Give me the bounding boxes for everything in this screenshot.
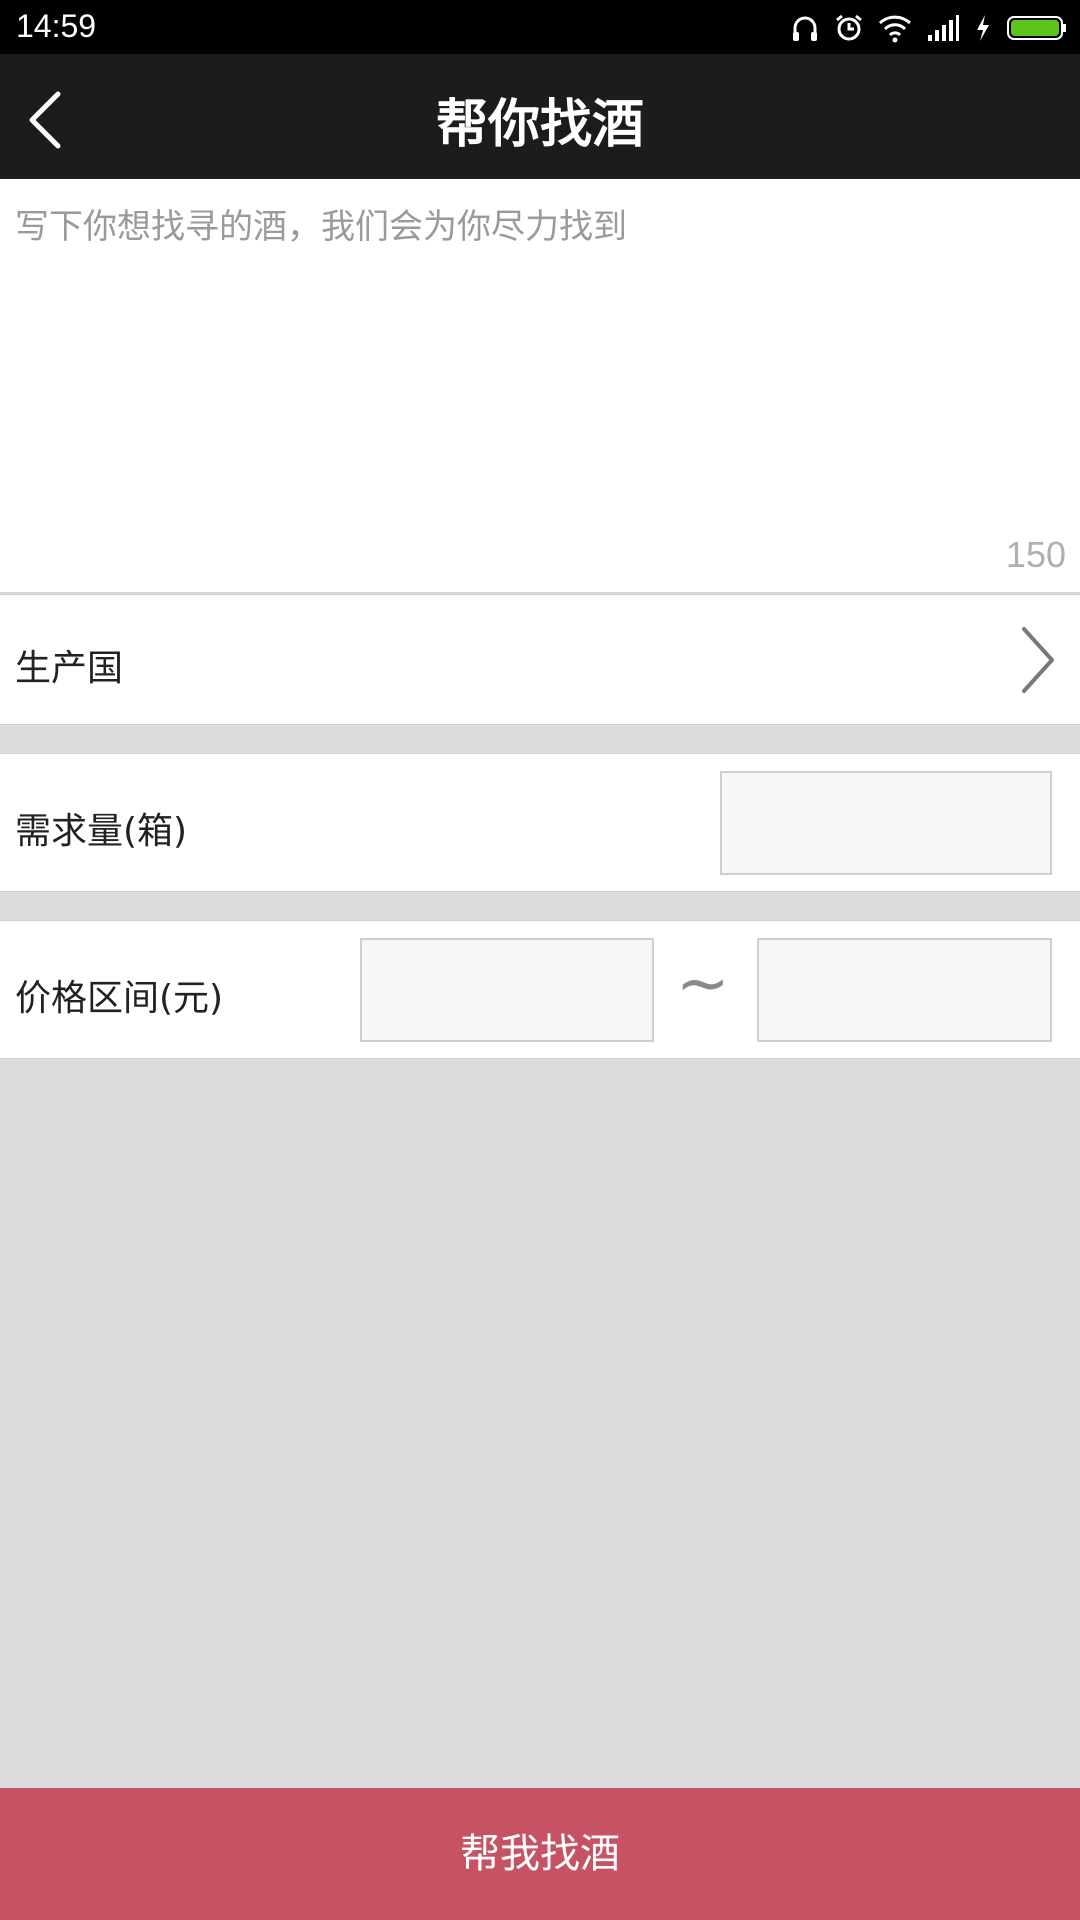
price-separator: ~	[676, 947, 730, 1021]
country-selector[interactable]: 生产国	[0, 594, 1080, 725]
status-time: 14:59	[16, 8, 97, 44]
price-max-input[interactable]	[757, 938, 1052, 1042]
quantity-row: 需求量(箱)	[0, 753, 1080, 892]
headphones-icon	[790, 13, 820, 43]
country-label: 生产国	[15, 648, 124, 689]
page-title: 帮你找酒	[435, 95, 644, 155]
alarm-icon	[834, 13, 864, 43]
quantity-label: 需求量(箱)	[15, 811, 188, 852]
quantity-input[interactable]	[720, 771, 1052, 875]
chevron-right-icon	[1022, 627, 1054, 693]
header-bar: 帮你找酒	[0, 54, 1080, 179]
description-placeholder: 写下你想找寻的酒，我们会为你尽力找到	[15, 207, 627, 247]
price-label: 价格区间(元)	[15, 978, 224, 1019]
submit-button[interactable]: 帮我找酒	[0, 1788, 1080, 1920]
description-textarea[interactable]: 写下你想找寻的酒，我们会为你尽力找到 150	[0, 179, 1080, 594]
status-icons	[790, 10, 1068, 46]
price-range-row: 价格区间(元) ~	[0, 920, 1080, 1059]
status-bar: 14:59	[0, 0, 1080, 54]
charging-icon	[974, 13, 992, 43]
battery-icon	[1006, 13, 1068, 43]
wifi-icon	[878, 13, 912, 43]
price-min-input[interactable]	[360, 938, 654, 1042]
char-count: 150	[1005, 534, 1066, 575]
signal-icon	[926, 13, 960, 43]
